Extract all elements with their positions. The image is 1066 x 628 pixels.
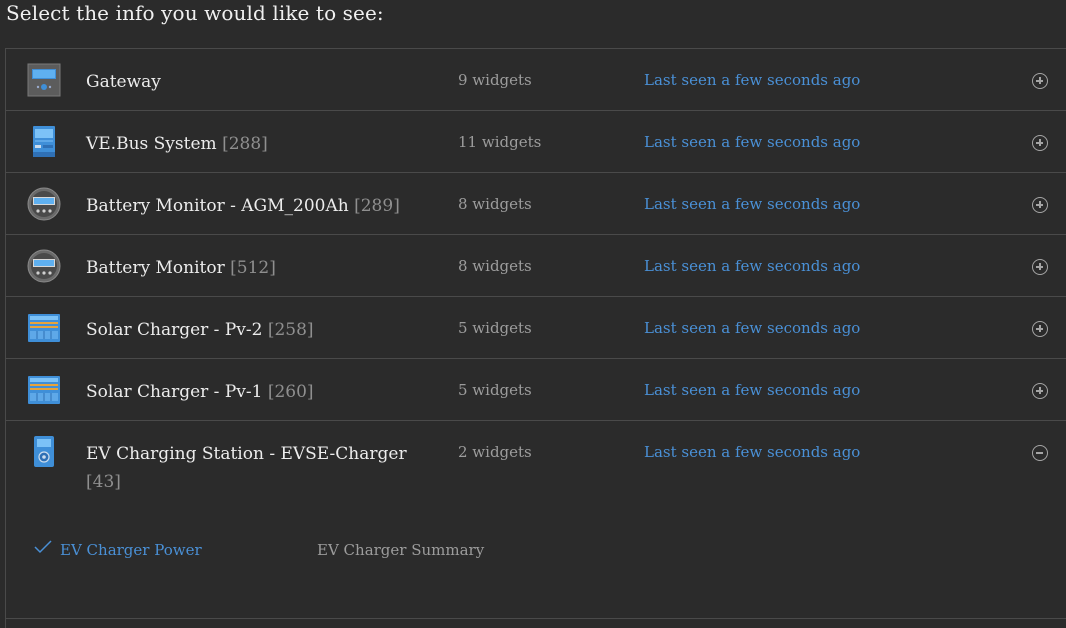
last-seen-status: Last seen a few seconds ago (644, 133, 861, 151)
widget-count: 5 widgets (458, 319, 532, 337)
last-seen-status: Last seen a few seconds ago (644, 71, 861, 89)
device-row-vebus[interactable]: VE.Bus System [288] 11 widgets Last seen… (6, 111, 1066, 173)
widget-options: EV Charger Power EV Charger Summary (34, 540, 634, 571)
widget-count: 11 widgets (458, 133, 542, 151)
solar-charger-icon (28, 314, 60, 342)
widget-option-label: EV Charger Power (60, 541, 202, 559)
device-list: Gateway 9 widgets Last seen a few second… (5, 48, 1066, 628)
device-name: Gateway (86, 72, 161, 92)
device-name: Solar Charger - Pv-2 [258] (86, 320, 314, 340)
device-name: Battery Monitor - AGM_200Ah [289] (86, 196, 400, 216)
device-row-ev-charging-station[interactable]: EV Charging Station - EVSE-Charger [43] … (6, 421, 1066, 619)
expand-icon[interactable] (1032, 135, 1048, 151)
inverter-icon (33, 126, 55, 157)
device-row-gateway[interactable]: Gateway 9 widgets Last seen a few second… (6, 49, 1066, 111)
expand-icon[interactable] (1032, 73, 1048, 89)
last-seen-status: Last seen a few seconds ago (644, 319, 861, 337)
gateway-icon (27, 63, 61, 97)
collapse-icon[interactable] (1032, 445, 1048, 461)
battery-monitor-icon (27, 187, 61, 221)
device-name: Solar Charger - Pv-1 [260] (86, 382, 314, 402)
last-seen-status: Last seen a few seconds ago (644, 195, 861, 213)
device-row-solar-charger-pv2[interactable]: Solar Charger - Pv-2 [258] 5 widgets Las… (6, 297, 1066, 359)
solar-charger-icon (28, 376, 60, 404)
expand-icon[interactable] (1032, 197, 1048, 213)
page-title: Select the info you would like to see: (6, 1, 384, 25)
device-row-battery-monitor[interactable]: Battery Monitor [512] 8 widgets Last see… (6, 235, 1066, 297)
last-seen-status: Last seen a few seconds ago (644, 257, 861, 275)
check-icon (34, 540, 52, 554)
expand-icon[interactable] (1032, 259, 1048, 275)
device-name: Battery Monitor [512] (86, 258, 276, 278)
ev-charger-icon (34, 436, 54, 467)
last-seen-status: Last seen a few seconds ago (644, 443, 861, 461)
battery-monitor-icon (27, 249, 61, 283)
widget-count: 8 widgets (458, 257, 532, 275)
widget-option-label: EV Charger Summary (317, 541, 485, 559)
device-row-battery-monitor-agm[interactable]: Battery Monitor - AGM_200Ah [289] 8 widg… (6, 173, 1066, 235)
widget-count: 8 widgets (458, 195, 532, 213)
expand-icon[interactable] (1032, 321, 1048, 337)
widget-count: 2 widgets (458, 443, 532, 461)
device-row-solar-charger-pv1[interactable]: Solar Charger - Pv-1 [260] 5 widgets Las… (6, 359, 1066, 421)
last-seen-status: Last seen a few seconds ago (644, 381, 861, 399)
widget-count: 5 widgets (458, 381, 532, 399)
device-name: VE.Bus System [288] (86, 134, 268, 154)
device-name: EV Charging Station - EVSE-Charger [43] (86, 444, 407, 492)
expand-icon[interactable] (1032, 383, 1048, 399)
widget-count: 9 widgets (458, 71, 532, 89)
